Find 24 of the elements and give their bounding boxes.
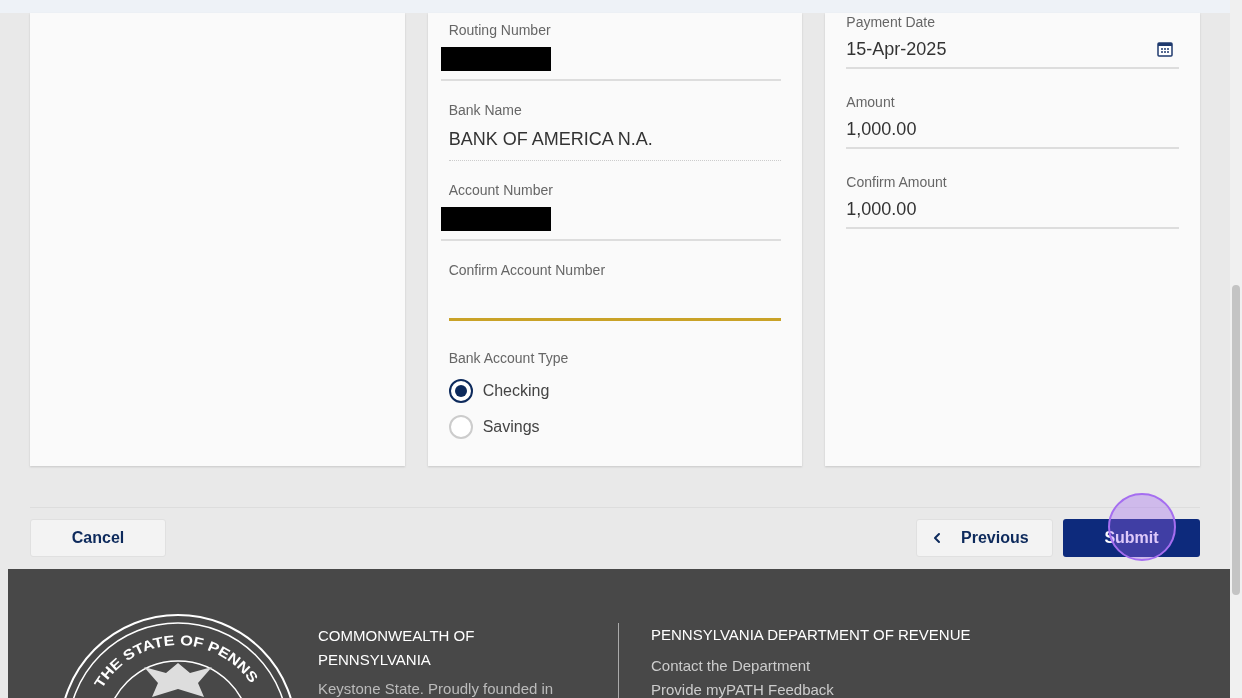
field-label: Bank Name (448, 101, 522, 119)
footer-link[interactable]: Contact the Department (651, 654, 811, 677)
footer-heading: COMMONWEALTH OF PENNSYLVANIA (318, 626, 476, 670)
field-label: Confirm Account Number (448, 261, 606, 279)
cancel-button[interactable]: Cancel (30, 519, 166, 557)
field-value: 15-Apr-2025 (846, 37, 947, 61)
field-value: 1,000.00 (846, 117, 917, 141)
previous-button[interactable]: Previous (916, 519, 1053, 557)
field-value: 1,000.00 (846, 197, 917, 221)
radio-button[interactable] (448, 379, 473, 403)
radio-label: Checking (482, 381, 550, 401)
footer-link[interactable]: Provide myPATH Feedback (651, 679, 834, 698)
field-label: Payment Date (846, 13, 936, 31)
field-label: Account Number (448, 181, 553, 199)
calendar-icon[interactable] (1157, 41, 1173, 57)
field-value: BANK OF AMERICA N.A. (448, 128, 653, 151)
field-label: Routing Number (448, 21, 551, 39)
radio-label: Savings (482, 417, 540, 437)
field-label: Bank Account Type (448, 349, 569, 367)
footer-heading: PENNSYLVANIA DEPARTMENT OF REVENUE (651, 625, 971, 645)
footer-text: Keystone State. Proudly founded in (318, 679, 555, 698)
scrollbar-thumb[interactable] (1232, 285, 1240, 595)
field-label: Amount (846, 93, 895, 111)
field-label: Confirm Amount (846, 173, 947, 191)
